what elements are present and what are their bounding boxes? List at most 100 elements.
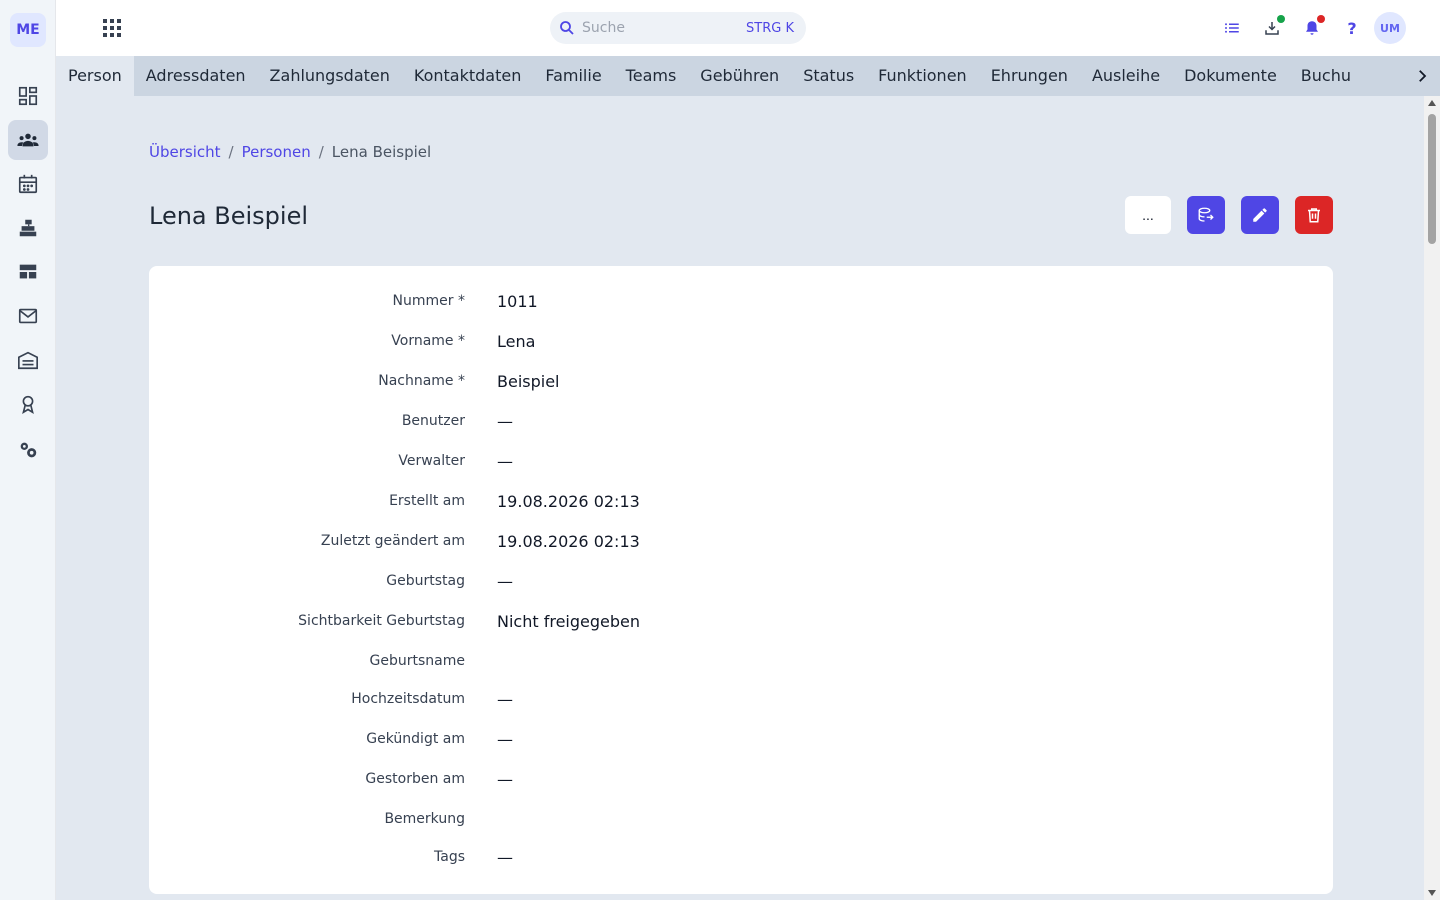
field-value: 19.08.2026 02:13	[497, 491, 640, 511]
download-icon[interactable]	[1260, 15, 1285, 40]
breadcrumb-separator: /	[318, 143, 324, 161]
tab-buchungen[interactable]: Buchu	[1289, 56, 1363, 96]
people-icon[interactable]	[8, 120, 48, 160]
app-grid-icon[interactable]	[100, 16, 124, 40]
field-row-hochzeitsdatum: Hochzeitsdatum —	[149, 687, 1333, 711]
tab-ausleihe[interactable]: Ausleihe	[1080, 56, 1172, 96]
field-label: Verwalter	[398, 453, 465, 469]
field-label: Sichtbarkeit Geburtstag	[298, 613, 465, 629]
field-value: 19.08.2026 02:13	[497, 531, 640, 551]
scroll-down-arrow[interactable]	[1428, 890, 1436, 896]
field-value: Nicht freigegeben	[497, 611, 640, 631]
award-icon[interactable]	[8, 384, 48, 424]
tab-familie[interactable]: Familie	[533, 56, 613, 96]
page-scrollbar[interactable]	[1424, 96, 1440, 900]
field-row-tags: Tags —	[149, 845, 1333, 869]
field-label: Geburtsname	[369, 653, 465, 669]
page-title: Lena Beispiel	[149, 202, 308, 230]
field-row-zuletzt-geaendert: Zuletzt geändert am 19.08.2026 02:13	[149, 529, 1333, 553]
person-details-card: Nummer * 1011 Vorname * Lena Nachname * …	[149, 266, 1333, 894]
pencil-icon	[1253, 208, 1267, 222]
export-button[interactable]	[1187, 196, 1225, 234]
mail-icon[interactable]	[8, 296, 48, 336]
field-value: —	[497, 847, 513, 867]
field-label: Benutzer	[401, 413, 465, 429]
search-input[interactable]	[582, 20, 732, 36]
search-shortcut: STRG K	[746, 20, 794, 36]
field-row-benutzer: Benutzer —	[149, 409, 1333, 433]
tab-teams[interactable]: Teams	[614, 56, 689, 96]
field-row-gestorben-am: Gestorben am —	[149, 767, 1333, 791]
tab-person[interactable]: Person	[56, 56, 134, 96]
field-label: Zuletzt geändert am	[320, 533, 465, 549]
scroll-up-arrow[interactable]	[1428, 100, 1436, 106]
database-export-icon	[1198, 207, 1214, 222]
field-row-sichtbarkeit-geburtstag: Sichtbarkeit Geburtstag Nicht freigegebe…	[149, 609, 1333, 633]
tab-ehrungen[interactable]: Ehrungen	[979, 56, 1080, 96]
breadcrumb-persons[interactable]: Personen	[242, 143, 311, 161]
field-label: Hochzeitsdatum	[351, 691, 465, 707]
notification-dot	[1317, 15, 1325, 23]
tabs-scroll-right-icon[interactable]	[1404, 56, 1440, 96]
tab-dokumente[interactable]: Dokumente	[1172, 56, 1289, 96]
field-label: Gekündigt am	[366, 731, 465, 747]
field-row-erstellt-am: Erstellt am 19.08.2026 02:13	[149, 489, 1333, 513]
field-label: Bemerkung	[384, 811, 465, 827]
settings-icon[interactable]	[8, 430, 48, 470]
field-value: —	[497, 729, 513, 749]
top-bar: STRG K ? UM	[56, 0, 1440, 56]
cash-register-icon[interactable]	[8, 208, 48, 248]
search-icon	[560, 21, 574, 35]
table-icon[interactable]	[8, 252, 48, 292]
dashboard-icon[interactable]	[8, 76, 48, 116]
field-row-geburtstag: Geburtstag —	[149, 569, 1333, 593]
field-value: —	[497, 689, 513, 709]
search-box[interactable]: STRG K	[550, 12, 806, 44]
field-row-nummer: Nummer * 1011	[149, 289, 1333, 313]
field-value: —	[497, 571, 513, 591]
trash-icon	[1308, 208, 1320, 223]
tab-adressdaten[interactable]: Adressdaten	[134, 56, 258, 96]
field-row-bemerkung: Bemerkung	[149, 807, 1333, 831]
field-label: Erstellt am	[389, 493, 465, 509]
field-label: Tags	[434, 849, 465, 865]
field-row-nachname: Nachname * Beispiel	[149, 369, 1333, 393]
field-value: Lena	[497, 331, 536, 351]
task-list-icon[interactable]	[1220, 16, 1244, 40]
delete-button[interactable]	[1295, 196, 1333, 234]
edit-button[interactable]	[1241, 196, 1279, 234]
tab-kontaktdaten[interactable]: Kontaktdaten	[402, 56, 533, 96]
field-value: —	[497, 451, 513, 471]
calendar-icon[interactable]	[8, 164, 48, 204]
field-label: Vorname *	[391, 333, 465, 349]
more-actions-button[interactable]: ...	[1125, 196, 1171, 234]
user-avatar[interactable]: UM	[1374, 12, 1406, 44]
left-rail: ME	[0, 0, 56, 900]
field-value: 1011	[497, 291, 538, 311]
warehouse-icon[interactable]	[8, 340, 48, 380]
field-row-verwalter: Verwalter —	[149, 449, 1333, 473]
notifications-icon[interactable]	[1300, 15, 1325, 40]
field-label: Nachname *	[378, 373, 465, 389]
field-row-gekuendigt-am: Gekündigt am —	[149, 727, 1333, 751]
breadcrumb: Übersicht / Personen / Lena Beispiel	[149, 143, 431, 161]
tab-zahlungsdaten[interactable]: Zahlungsdaten	[258, 56, 402, 96]
field-value: —	[497, 769, 513, 789]
field-label: Nummer *	[392, 293, 465, 309]
tab-status[interactable]: Status	[791, 56, 866, 96]
app-logo[interactable]: ME	[10, 13, 46, 47]
help-icon[interactable]: ?	[1340, 16, 1364, 40]
breadcrumb-separator: /	[228, 143, 234, 161]
breadcrumb-current: Lena Beispiel	[331, 143, 432, 161]
section-tabs: Person Adressdaten Zahlungsdaten Kontakt…	[56, 56, 1440, 96]
field-row-geburtsname: Geburtsname	[149, 649, 1333, 673]
field-row-vorname: Vorname * Lena	[149, 329, 1333, 353]
breadcrumb-overview[interactable]: Übersicht	[149, 143, 221, 161]
tab-funktionen[interactable]: Funktionen	[866, 56, 979, 96]
tab-gebuehren[interactable]: Gebühren	[688, 56, 791, 96]
field-label: Gestorben am	[365, 771, 465, 787]
field-value: Beispiel	[497, 371, 560, 391]
scroll-thumb[interactable]	[1428, 114, 1436, 244]
field-value: —	[497, 411, 513, 431]
download-status-dot	[1277, 15, 1285, 23]
